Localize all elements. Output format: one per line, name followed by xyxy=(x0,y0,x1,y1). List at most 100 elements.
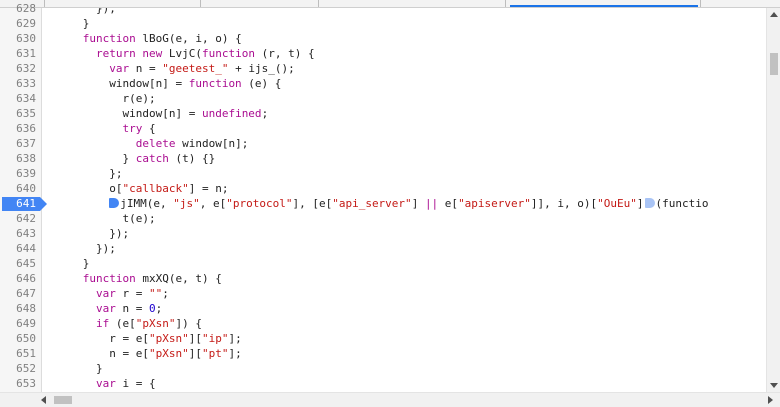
code-text: (e[ xyxy=(109,317,136,330)
code-keyword: function xyxy=(201,47,255,60)
line-number[interactable]: 645 xyxy=(0,256,36,271)
code-line[interactable]: }); xyxy=(43,226,129,241)
line-number[interactable]: 641 xyxy=(0,196,36,211)
inline-breakpoint-icon[interactable] xyxy=(644,198,655,208)
vertical-scroll-thumb[interactable] xyxy=(770,53,778,75)
code-line[interactable]: }; xyxy=(43,166,122,181)
code-text: e[ xyxy=(438,197,459,210)
code-line[interactable]: jIMM(e, "js", e["protocol"], [e["api_ser… xyxy=(43,196,709,211)
line-number[interactable]: 630 xyxy=(0,31,36,46)
code-string: "ip" xyxy=(201,332,229,345)
code-text: ]; xyxy=(228,332,242,345)
line-number[interactable]: 628 xyxy=(0,1,36,16)
scroll-up-arrow-icon[interactable] xyxy=(770,12,778,17)
code-keyword: var xyxy=(95,377,116,390)
code-keyword: function xyxy=(188,77,242,90)
line-number[interactable]: 646 xyxy=(0,271,36,286)
code-editor[interactable]: }); } function lBoG(e, i, o) { return ne… xyxy=(43,8,765,392)
code-string: "" xyxy=(148,287,163,300)
tab-separator xyxy=(44,0,45,7)
line-number[interactable]: 650 xyxy=(0,331,36,346)
code-text: (functio xyxy=(655,197,709,210)
code-line[interactable]: }); xyxy=(43,8,116,16)
code-text: ]], i, o)[ xyxy=(530,197,598,210)
line-number[interactable]: 648 xyxy=(0,301,36,316)
code-text: { xyxy=(142,122,156,135)
code-line[interactable]: n = e["pXsn"]["pt"]; xyxy=(43,346,242,361)
line-number[interactable]: 637 xyxy=(0,136,36,151)
line-number[interactable]: 652 xyxy=(0,361,36,376)
inline-breakpoint-icon[interactable] xyxy=(109,198,120,208)
line-number[interactable]: 649 xyxy=(0,316,36,331)
code-line[interactable]: try { xyxy=(43,121,156,136)
code-line[interactable]: } xyxy=(43,361,103,376)
code-text: ], [e[ xyxy=(292,197,333,210)
code-string: "pt" xyxy=(201,347,229,360)
horizontal-scroll-thumb[interactable] xyxy=(54,396,72,404)
line-number-gutter[interactable]: 628 629 630 631 632 633 634 635 636 637 638 639 640 6… xyxy=(0,2,47,405)
code-line[interactable]: window[n] = undefined; xyxy=(43,106,268,121)
code-line[interactable]: o["callback"] = n; xyxy=(43,181,228,196)
horizontal-scrollbar[interactable] xyxy=(0,392,780,407)
code-line[interactable]: var r = ""; xyxy=(43,286,169,301)
line-number[interactable]: 644 xyxy=(0,241,36,256)
code-text: i = { xyxy=(115,377,156,390)
code-line[interactable]: r = e["pXsn"]["ip"]; xyxy=(43,331,242,346)
code-line[interactable]: delete window[n]; xyxy=(43,136,249,151)
line-number[interactable]: 640 xyxy=(0,181,36,196)
code-line[interactable]: if (e["pXsn"]) { xyxy=(43,316,202,331)
line-number[interactable]: 634 xyxy=(0,91,36,106)
vertical-scrollbar[interactable] xyxy=(766,8,780,392)
code-line[interactable]: var n = 0; xyxy=(43,301,162,316)
code-keyword: var xyxy=(109,62,130,75)
line-number[interactable]: 629 xyxy=(0,16,36,31)
code-keyword: if xyxy=(95,317,110,330)
code-line[interactable]: function lBoG(e, i, o) { xyxy=(43,31,242,46)
code-text: r(e); xyxy=(43,92,156,105)
code-line[interactable]: function mxXQ(e, t) { xyxy=(43,271,222,286)
code-text: }); xyxy=(43,227,130,240)
line-number[interactable]: 631 xyxy=(0,46,36,61)
code-line[interactable]: var i = { xyxy=(43,376,156,391)
code-text: n = xyxy=(115,302,149,315)
code-line[interactable]: } catch (t) {} xyxy=(43,151,215,166)
code-line[interactable]: r(e); xyxy=(43,91,156,106)
line-number[interactable]: 633 xyxy=(0,76,36,91)
line-number[interactable]: 639 xyxy=(0,166,36,181)
line-number[interactable]: 651 xyxy=(0,346,36,361)
scroll-left-arrow-icon[interactable] xyxy=(41,396,46,404)
line-number[interactable]: 632 xyxy=(0,61,36,76)
scroll-right-arrow-icon[interactable] xyxy=(768,396,773,404)
line-number[interactable]: 638 xyxy=(0,151,36,166)
code-string: "OuEu" xyxy=(597,197,637,210)
code-line[interactable]: } xyxy=(43,256,90,271)
line-number[interactable]: 642 xyxy=(0,211,36,226)
code-line[interactable]: return new LvjC(function (r, t) { xyxy=(43,46,315,61)
code-line[interactable]: window[n] = function (e) { xyxy=(43,76,281,91)
code-keyword: var xyxy=(95,302,116,315)
line-number[interactable]: 647 xyxy=(0,286,36,301)
line-number[interactable]: 636 xyxy=(0,121,36,136)
tab-separator xyxy=(200,0,201,7)
code-text: } xyxy=(43,362,103,375)
line-number[interactable]: 653 xyxy=(0,376,36,391)
code-line[interactable]: t(e); xyxy=(43,211,155,226)
code-text: }; xyxy=(43,167,123,180)
line-number[interactable]: 643 xyxy=(0,226,36,241)
line-number[interactable]: 635 xyxy=(0,106,36,121)
code-line[interactable]: }); xyxy=(43,241,116,256)
code-text: ]) { xyxy=(175,317,202,330)
tab-separator xyxy=(318,0,319,7)
code-line[interactable]: } xyxy=(43,16,90,31)
source-tab-strip xyxy=(0,0,780,8)
code-text: o[ xyxy=(43,182,123,195)
code-line[interactable]: var n = "geetest_" + ijs_(); xyxy=(43,61,294,76)
scroll-down-arrow-icon[interactable] xyxy=(770,383,778,388)
code-keyword: new xyxy=(142,47,163,60)
code-text: }); xyxy=(43,8,116,15)
code-text: mxXQ(e, t) { xyxy=(135,272,222,285)
